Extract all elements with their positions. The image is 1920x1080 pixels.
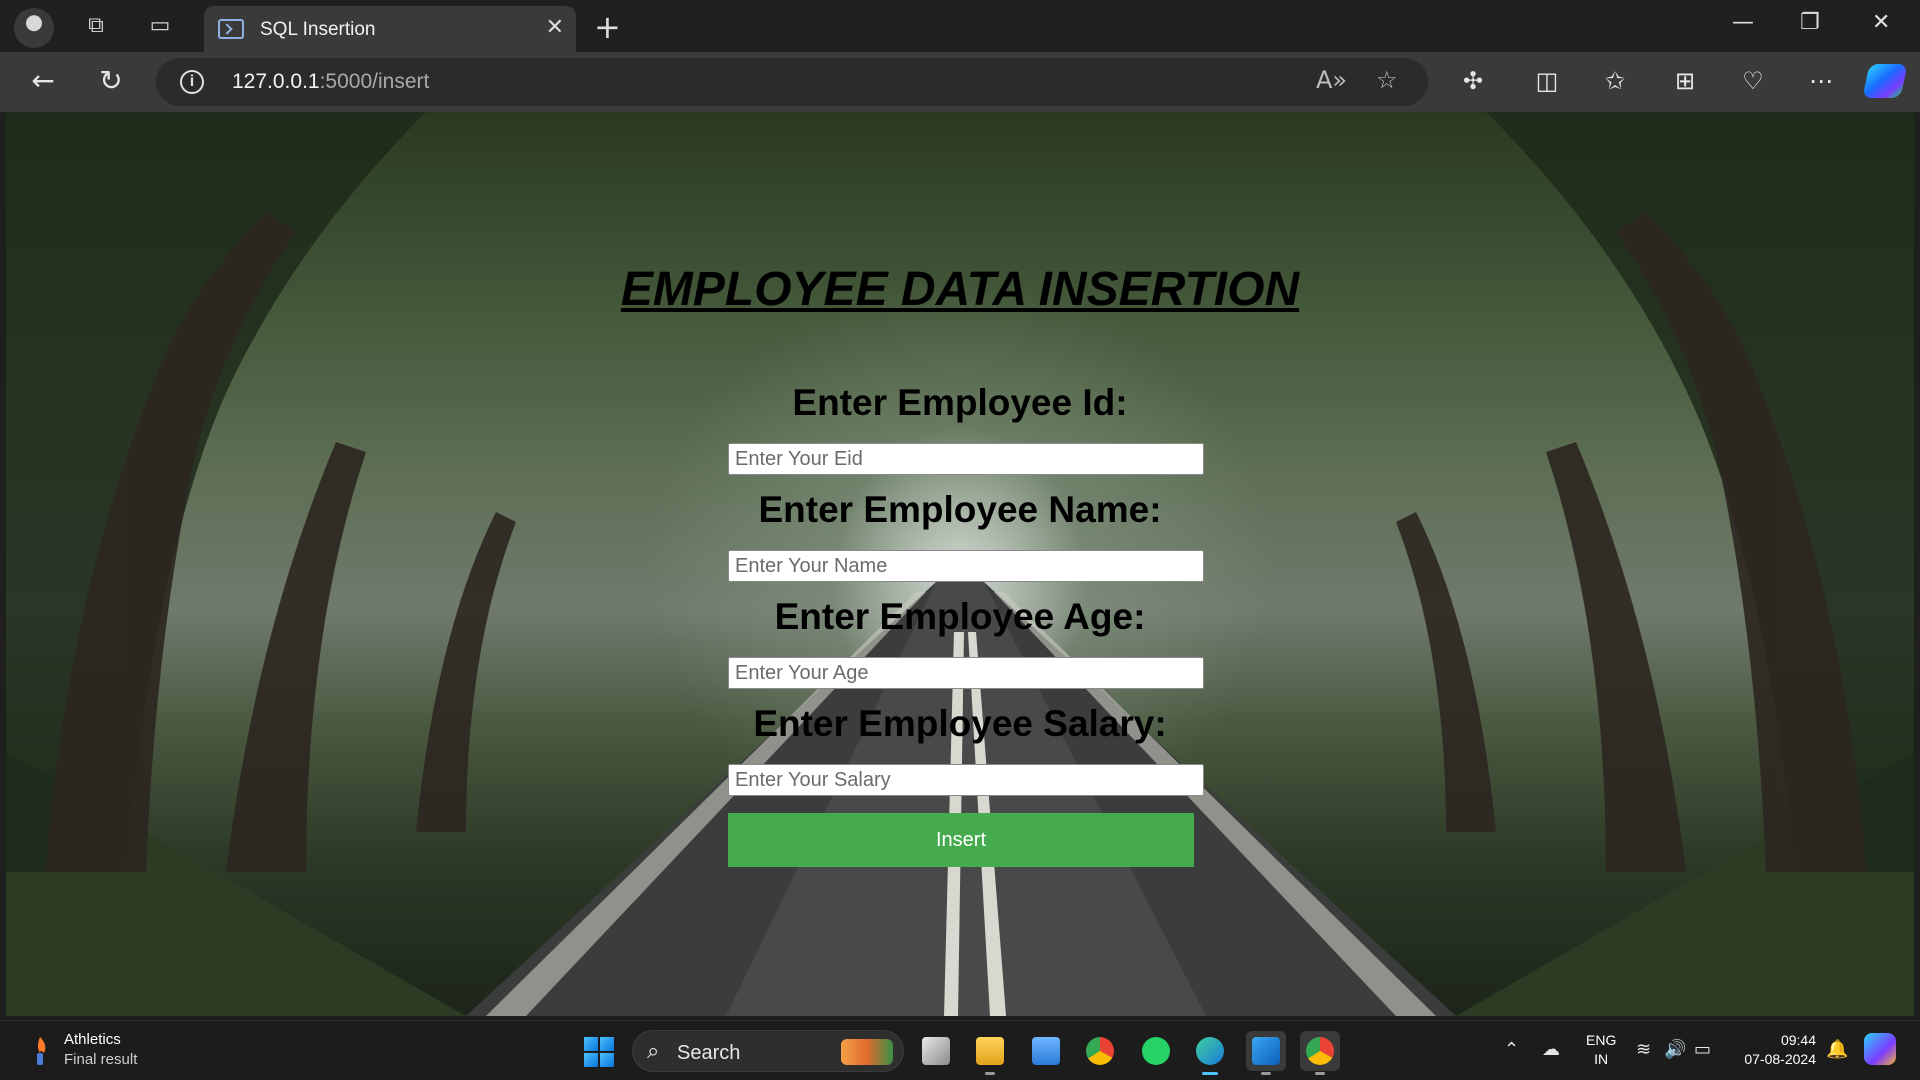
notification-bell-icon[interactable]: 🔔 (1826, 1039, 1848, 1060)
edge-icon[interactable] (1190, 1031, 1230, 1075)
workspaces-icon[interactable]: ⧉ (82, 12, 110, 40)
region-code: IN (1594, 1051, 1609, 1067)
restore-button[interactable]: ❐ (1800, 10, 1820, 35)
vscode-icon[interactable] (1246, 1031, 1286, 1075)
show-hidden-icons-chevron-icon[interactable]: ⌃ (1504, 1039, 1519, 1060)
back-icon[interactable]: ← (26, 64, 60, 98)
tab-title: SQL Insertion (260, 19, 376, 40)
favorite-star-icon[interactable]: ☆ (1376, 66, 1398, 94)
file-explorer-icon[interactable] (970, 1031, 1010, 1075)
address-bar[interactable]: i 127.0.0.1:5000/insert A» ☆ (156, 58, 1428, 106)
language-code: ENG (1586, 1032, 1617, 1048)
favorites-icon[interactable]: ✩ (1598, 64, 1632, 98)
url-path: :5000/insert (319, 70, 430, 93)
copilot-taskbar-icon[interactable] (1864, 1033, 1896, 1065)
web-page: EMPLOYEE DATA INSERTION Enter Employee I… (6, 112, 1914, 1016)
copilot-icon[interactable] (1862, 64, 1908, 98)
extensions-icon[interactable]: ✣ (1456, 64, 1490, 98)
search-icon: ⌕ (647, 1039, 660, 1064)
windows-start-icon[interactable] (584, 1037, 614, 1067)
chrome-icon[interactable] (1080, 1031, 1120, 1071)
employee-age-input[interactable] (728, 657, 1204, 689)
employee-form: Enter Employee Id: Enter Employee Name: … (6, 112, 1914, 1016)
employee-id-input[interactable] (728, 443, 1204, 475)
tab-actions-icon[interactable]: ▭ (146, 12, 174, 40)
more-icon[interactable]: ⋯ (1804, 64, 1838, 98)
whatsapp-icon[interactable] (1136, 1031, 1176, 1071)
profile-avatar[interactable] (14, 8, 54, 48)
task-view-icon[interactable] (916, 1031, 956, 1071)
battery-icon[interactable]: ▭ (1694, 1039, 1711, 1060)
browser-essentials-icon[interactable]: ♡ (1736, 64, 1770, 98)
close-window-button[interactable]: ✕ (1872, 10, 1890, 35)
url-text[interactable]: 127.0.0.1:5000/insert (232, 70, 429, 94)
active-tab[interactable]: SQL Insertion ✕ (204, 6, 576, 52)
employee-name-input[interactable] (728, 550, 1204, 582)
browser-toolbar: ← ↻ i 127.0.0.1:5000/insert A» ☆ ✣ ◫ ✩ ⊞… (0, 52, 1920, 112)
minimize-button[interactable]: — (1732, 10, 1754, 35)
employee-name-label: Enter Employee Name: (758, 489, 1162, 530)
new-tab-button[interactable]: + (594, 8, 621, 46)
news-widget-subtitle[interactable]: Final result (64, 1051, 137, 1068)
refresh-icon[interactable]: ↻ (94, 64, 128, 98)
employee-salary-label: Enter Employee Salary: (753, 703, 1167, 744)
windows-taskbar: Athletics Final result ⌕ Search ⌃ ☁ ENG … (0, 1020, 1920, 1080)
terminal-favicon-icon (218, 19, 244, 39)
split-screen-icon[interactable]: ◫ (1530, 64, 1564, 98)
wifi-icon[interactable]: ≋ (1636, 1039, 1651, 1060)
language-indicator[interactable]: ENG IN (1586, 1031, 1616, 1069)
close-tab-icon[interactable]: ✕ (546, 15, 564, 40)
search-highlight-image (841, 1039, 893, 1065)
info-icon[interactable]: i (180, 70, 204, 94)
insert-button[interactable]: Insert (728, 813, 1194, 867)
read-aloud-icon[interactable]: A» (1316, 66, 1347, 94)
browser-titlebar: ⧉ ▭ SQL Insertion ✕ + — ❐ ✕ (0, 0, 1920, 52)
clock-time: 09:44 (1780, 1032, 1816, 1048)
onedrive-icon[interactable]: ☁ (1542, 1039, 1560, 1060)
notepad-icon[interactable] (1026, 1031, 1066, 1071)
collections-icon[interactable]: ⊞ (1668, 64, 1702, 98)
news-widget-title[interactable]: Athletics (64, 1031, 121, 1048)
clock[interactable]: 09:44 07-08-2024 (1732, 1031, 1816, 1069)
taskbar-search[interactable]: ⌕ Search (632, 1030, 904, 1072)
employee-salary-input[interactable] (728, 764, 1204, 796)
employee-id-label: Enter Employee Id: (792, 382, 1128, 423)
volume-icon[interactable]: 🔊 (1664, 1039, 1686, 1060)
search-label: Search (677, 1042, 741, 1064)
clock-date: 07-08-2024 (1744, 1051, 1816, 1067)
url-host: 127.0.0.1 (232, 70, 320, 93)
employee-age-label: Enter Employee Age: (774, 596, 1146, 637)
chrome-profile-icon[interactable] (1300, 1031, 1340, 1075)
torch-news-icon[interactable] (26, 1035, 54, 1067)
